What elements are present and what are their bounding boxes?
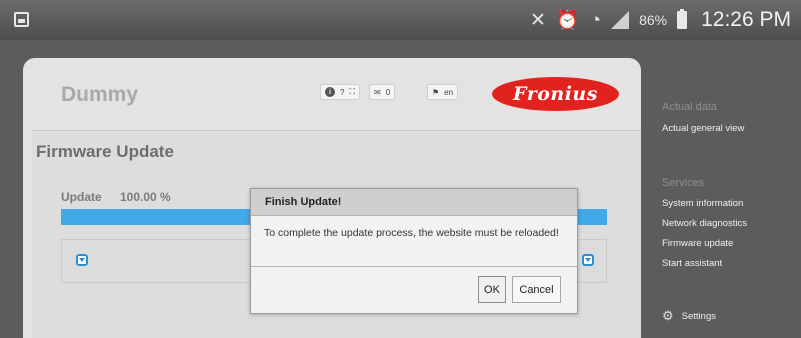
- dialog-message: To complete the update process, the webs…: [264, 227, 559, 239]
- update-label: Update: [61, 190, 102, 204]
- battery-percent: 86%: [639, 12, 668, 28]
- menu-item-actual-general-view[interactable]: Actual general view: [662, 123, 744, 134]
- update-percentage: 100.00 %: [120, 190, 171, 204]
- wifi-icon: ◔: [589, 9, 602, 31]
- device-name: Dummy: [61, 83, 139, 106]
- menu-item-start-assistant[interactable]: Start assistant: [662, 258, 722, 269]
- envelope-icon: ✉: [374, 87, 381, 97]
- gallery-icon: [14, 12, 29, 27]
- language-button[interactable]: ⚑ en: [427, 84, 459, 100]
- cancel-button[interactable]: Cancel: [512, 276, 561, 303]
- menu-item-network-diagnostics[interactable]: Network diagnostics: [662, 218, 747, 229]
- menu-item-system-information[interactable]: System information: [662, 198, 743, 209]
- fronius-logo: Fronius: [492, 77, 619, 111]
- ok-button[interactable]: OK: [478, 276, 506, 303]
- expand-right-icon[interactable]: [582, 254, 594, 266]
- status-bar: ✕ ⏰ ◔ 86% 12:26 PM: [0, 0, 801, 40]
- battery-icon: [677, 9, 688, 29]
- messages-button[interactable]: ✉ 0: [369, 84, 396, 100]
- dialog-title: Finish Update!: [251, 189, 577, 216]
- help-button[interactable]: ?: [340, 88, 344, 97]
- mute-icon: ✕: [530, 9, 546, 31]
- page-title: Firmware Update: [36, 142, 174, 161]
- expand-left-icon[interactable]: [76, 254, 88, 266]
- signal-icon: [611, 11, 630, 29]
- menu-item-settings[interactable]: ⚙ Settings: [662, 308, 716, 324]
- menu-section-actual-data: Actual data: [662, 101, 718, 113]
- side-menu: Actual data Actual general view Services…: [655, 40, 801, 329]
- flag-icon: ⚑: [432, 87, 440, 97]
- menu-item-firmware-update[interactable]: Firmware update: [662, 238, 733, 249]
- header-toolbar-help: i ? ⛶: [320, 84, 361, 100]
- menu-section-services: Services: [662, 177, 705, 189]
- language-label: en: [444, 87, 454, 97]
- info-icon[interactable]: i: [325, 87, 335, 97]
- finish-update-dialog: Finish Update! To complete the update pr…: [250, 188, 578, 314]
- gear-icon: ⚙: [662, 308, 674, 323]
- status-icons: ✕ ⏰ ◔ 86% 12:26 PM: [530, 6, 791, 34]
- dialog-divider: [251, 266, 577, 267]
- messages-count: 0: [385, 87, 391, 97]
- clock: 12:26 PM: [701, 8, 791, 31]
- alarm-icon: ⏰: [555, 9, 580, 31]
- card-header: Dummy i ? ⛶ ✉ 0 ⚑ en Fronius: [23, 58, 641, 130]
- fullscreen-icon[interactable]: ⛶: [349, 87, 355, 97]
- settings-label: Settings: [681, 310, 716, 322]
